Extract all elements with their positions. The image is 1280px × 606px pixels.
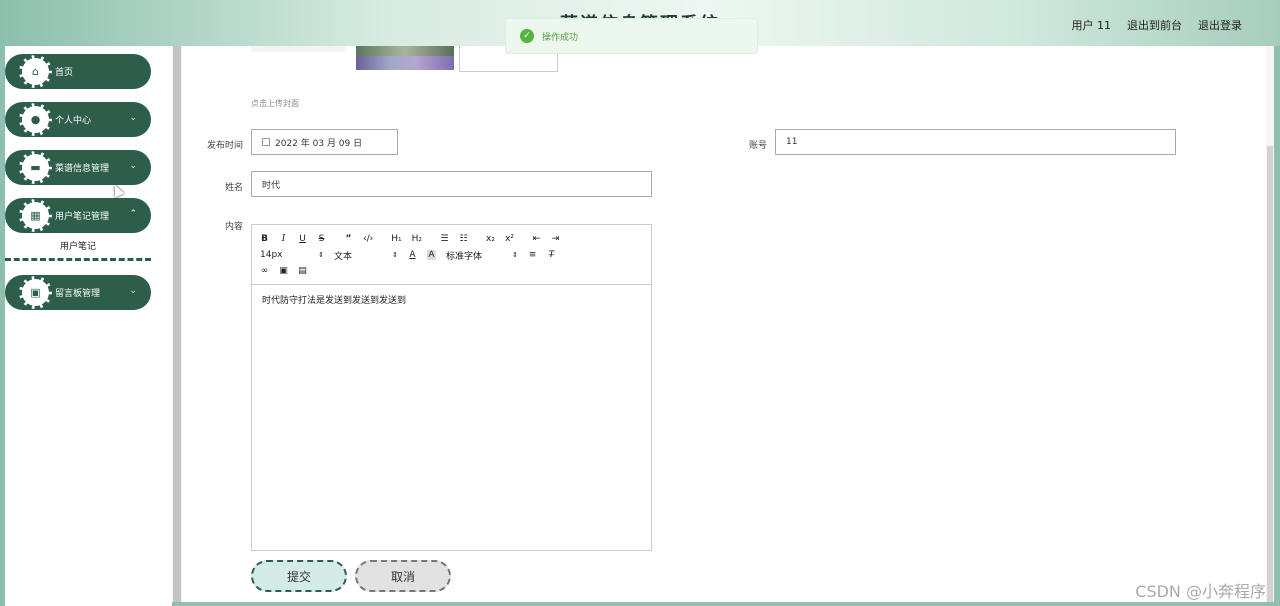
heading-value: 文本	[334, 251, 353, 262]
user-icon: ●	[19, 103, 52, 136]
publish-time-label: 发布时间	[206, 141, 243, 151]
code-icon[interactable]: ‹/›	[363, 234, 373, 244]
ordered-list-icon[interactable]: ☰	[440, 234, 449, 244]
sidebar-item-profile[interactable]: ● 个人中心 ⌄	[5, 102, 151, 137]
quote-icon[interactable]: ”	[344, 234, 353, 244]
success-toast: ✓ 操作成功	[505, 18, 758, 54]
sidebar-scrollbar[interactable]	[172, 46, 182, 602]
rich-text-editor[interactable]: B I U S ” ‹/› H₁ H₂ ☰ ☷ x₂ x² ⇤ ⇥ 14px ⇕ …	[251, 224, 652, 551]
sidebar-item-notes[interactable]: ▦ 用户笔记管理 ⌃	[5, 198, 151, 233]
sidebar-item-label: 首页	[55, 68, 74, 78]
exit-front-link[interactable]: 退出到前台	[1127, 17, 1182, 33]
logout-link[interactable]: 退出登录	[1198, 17, 1242, 33]
clipboard-icon: ▣	[19, 276, 52, 309]
name-value: 时代	[262, 180, 281, 191]
main-scroll-thumb[interactable]	[1267, 146, 1273, 602]
image-icon[interactable]: ▣	[279, 266, 288, 276]
watermark: CSDN @小奔程序	[1135, 582, 1266, 601]
account-field[interactable]: 11	[775, 129, 1176, 155]
submit-button[interactable]: 提交	[251, 560, 347, 592]
home-icon: ⌂	[19, 55, 52, 88]
bold-icon[interactable]: B	[260, 234, 269, 244]
name-field[interactable]: 时代	[251, 171, 652, 197]
main-scrollbar[interactable]	[1266, 46, 1274, 602]
font-family-value: 标准字体	[446, 251, 483, 262]
heading-select[interactable]: 文本 ⇕	[334, 249, 398, 262]
toast-message: 操作成功	[542, 32, 579, 43]
chevron-up-icon: ⌃	[129, 209, 137, 219]
bullet-list-icon[interactable]: ☷	[459, 234, 468, 244]
outdent-icon[interactable]: ⇤	[532, 234, 541, 244]
sidebar-item-label: 个人中心	[55, 116, 92, 126]
sidebar-subitem-user-notes[interactable]: 用户笔记	[5, 233, 151, 261]
content-label: 内容	[224, 222, 243, 232]
account-value: 11	[786, 137, 798, 147]
font-family-select[interactable]: 标准字体 ⇕	[446, 249, 518, 262]
align-icon[interactable]: ≡	[528, 250, 537, 260]
font-size-select[interactable]: 14px ⇕	[260, 250, 324, 260]
link-icon[interactable]: ∞	[260, 266, 269, 276]
grid-icon: ▦	[19, 199, 52, 232]
select-arrows-icon: ⇕	[512, 251, 518, 259]
check-icon: ✓	[520, 29, 534, 43]
sidebar-item-home[interactable]: ⌂ 首页	[5, 54, 151, 89]
sidebar-item-messages[interactable]: ▣ 留言板管理 ⌄	[5, 275, 151, 310]
sidebar-scroll-thumb[interactable]	[173, 46, 181, 602]
cancel-button[interactable]: 取消	[355, 560, 451, 592]
editor-content[interactable]: 时代防守打法是发送到发送到发送到	[252, 285, 651, 314]
previous-image-box	[251, 46, 345, 52]
account-label: 账号	[748, 141, 767, 151]
italic-icon[interactable]: I	[279, 234, 288, 244]
superscript-icon[interactable]: x²	[505, 234, 514, 244]
current-user: 用户 11	[1071, 19, 1112, 32]
select-arrows-icon: ⇕	[392, 251, 398, 259]
publish-time-value: 2022 年 03 月 09 日	[275, 138, 363, 149]
chevron-down-icon: ⌄	[129, 286, 137, 296]
indent-icon[interactable]: ⇥	[551, 234, 560, 244]
sidebar-item-recipes[interactable]: ▬ 菜谱信息管理 ⌄	[5, 150, 151, 185]
header-links: 用户 11 退出到前台 退出登录	[1072, 17, 1243, 33]
sidebar-item-label: 菜谱信息管理	[55, 164, 110, 174]
sidebar-item-label: 留言板管理	[55, 289, 101, 299]
select-arrows-icon: ⇕	[318, 251, 324, 259]
subscript-icon[interactable]: x₂	[486, 234, 495, 244]
editor-toolbar: B I U S ” ‹/› H₁ H₂ ☰ ☷ x₂ x² ⇤ ⇥ 14px ⇕ …	[252, 225, 651, 285]
chevron-down-icon: ⌄	[129, 161, 137, 171]
sidebar-item-label: 用户笔记管理	[55, 212, 110, 222]
name-label: 姓名	[224, 183, 243, 193]
calendar-icon	[262, 138, 270, 146]
cover-image-thumbnail	[356, 46, 454, 70]
upload-hint: 点击上传封面	[251, 99, 299, 108]
chevron-down-icon: ⌄	[129, 113, 137, 123]
monitor-icon: ▬	[19, 151, 52, 184]
clear-format-icon[interactable]: T̶	[547, 250, 556, 260]
h2-icon[interactable]: H₂	[412, 234, 422, 244]
strike-icon[interactable]: S	[317, 234, 326, 244]
background-color-icon[interactable]: A	[427, 250, 436, 260]
font-size-value: 14px	[260, 250, 283, 260]
font-color-icon[interactable]: A	[408, 250, 417, 260]
publish-time-field[interactable]: 2022 年 03 月 09 日	[251, 129, 398, 155]
underline-icon[interactable]: U	[298, 234, 307, 244]
video-icon[interactable]: ▤	[298, 266, 307, 276]
h1-icon[interactable]: H₁	[391, 234, 401, 244]
